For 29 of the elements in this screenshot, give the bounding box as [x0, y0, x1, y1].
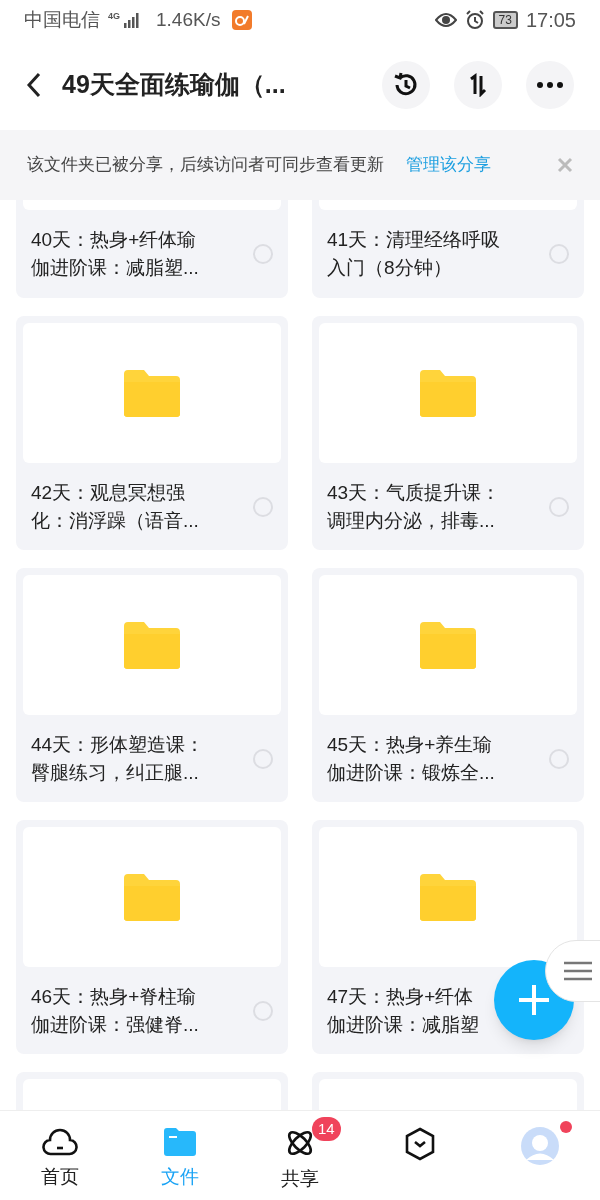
folder-card[interactable]: 40天：热身+纤体瑜 伽进阶课：减脂塑... — [16, 200, 288, 298]
network-speed: 1.46K/s — [156, 7, 221, 32]
folder-card[interactable]: 41天：清理经络呼吸 入门（8分钟） — [312, 200, 584, 298]
share-notice: 该文件夹已被分享，后续访问者可同步查看更新 — [27, 154, 384, 177]
folder-title: 49天全面练瑜伽（... — [62, 69, 287, 101]
folder-card[interactable]: 43天：气质提升课： 调理内分泌，排毒... — [312, 316, 584, 550]
clock-time: 17:05 — [525, 8, 576, 33]
nav-label: 文件 — [161, 1165, 199, 1189]
folder-name: 44天：形体塑造课： 臀腿练习，纠正腿... — [31, 733, 205, 785]
nav-label: 共享 — [281, 1167, 319, 1191]
folder-card[interactable]: 46天：热身+脊柱瑜 伽进阶课：强健脊... — [16, 820, 288, 1054]
folder-name: 41天：清理经络呼吸 入门（8分钟） — [327, 228, 501, 280]
folder-card[interactable]: 42天：观息冥想强 化：消浮躁（语音... — [16, 316, 288, 550]
notification-badge: 14 — [312, 1117, 341, 1141]
folder-name: 46天：热身+脊柱瑜 伽进阶课：强健脊... — [31, 985, 199, 1037]
folder-name: 42天：观息冥想强 化：消浮躁（语音... — [31, 481, 199, 533]
folder-card[interactable]: 44天：形体塑造课： 臀腿练习，纠正腿... — [16, 568, 288, 802]
folder-card[interactable]: 47天：热身+纤体 伽进阶课：减脂塑 — [312, 820, 584, 1054]
folder-name: 47天：热身+纤体 伽进阶课：减脂塑 — [327, 985, 479, 1037]
folder-name: 45天：热身+养生瑜 伽进阶课：锻炼全... — [327, 733, 495, 785]
battery-level: 73 — [492, 11, 518, 29]
folder-name: 43天：气质提升课： 调理内分泌，排毒... — [327, 481, 501, 533]
nav-tab[interactable]: 共享 14 — [240, 1111, 360, 1200]
folder-card[interactable]: 45天：热身+养生瑜 伽进阶课：锻炼全... — [312, 568, 584, 802]
carrier-name: 中国电信 — [24, 7, 100, 32]
folder-name: 40天：热身+纤体瑜 伽进阶课：减脂塑... — [31, 228, 199, 280]
network-type: 4G — [108, 11, 120, 21]
nav-label: 首页 — [41, 1165, 79, 1189]
nav-tab[interactable]: 首页 — [0, 1111, 120, 1200]
